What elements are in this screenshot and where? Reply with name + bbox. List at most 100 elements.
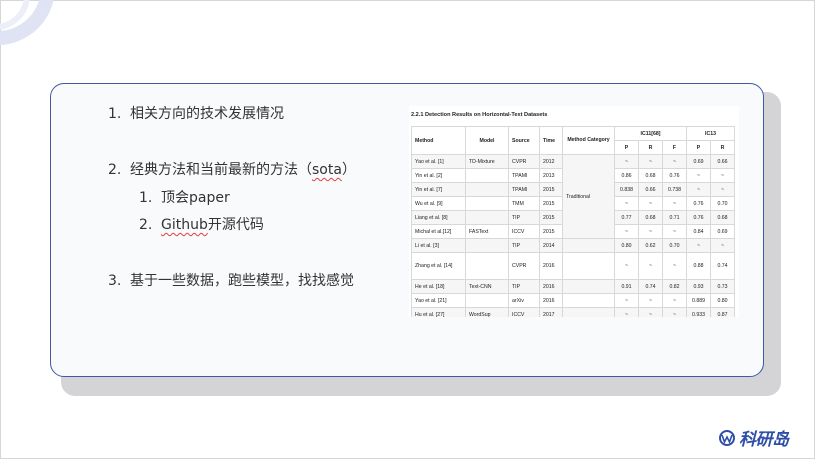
cell-category: Traditional bbox=[562, 154, 615, 239]
cell-r-ic13: 0.87 bbox=[710, 307, 735, 317]
cell-method: Yao et al. [1] bbox=[411, 154, 466, 169]
cell-time: 2016 bbox=[539, 293, 563, 308]
header-method: Method bbox=[411, 126, 466, 155]
cell-model bbox=[465, 293, 509, 308]
cell-method: Yao et al. [21] bbox=[411, 293, 466, 308]
header-recall-ic13: R bbox=[710, 140, 735, 155]
cell-category-empty bbox=[562, 252, 615, 280]
cell-p: 0.838 bbox=[614, 182, 639, 197]
cell-p-ic13: 0.93 bbox=[686, 279, 711, 294]
cell-source: CVPR bbox=[508, 252, 540, 280]
cell-source: ICCV bbox=[508, 224, 540, 239]
cell-source: TMM bbox=[508, 196, 540, 211]
table-body: Yao et al. [1] TD-Mixture CVPR 2012 Traditio… bbox=[411, 154, 735, 317]
cell-source: arXiv bbox=[508, 293, 540, 308]
cell-r: 0.74 bbox=[638, 279, 663, 294]
cell-model: WordSup bbox=[465, 307, 509, 317]
cell-f: ~ bbox=[662, 252, 687, 280]
cell-source: ICCV bbox=[508, 307, 540, 317]
cell-p-ic13: ~ bbox=[686, 168, 711, 183]
logo-icon bbox=[719, 429, 735, 446]
cell-method: Hu et al. [27] bbox=[411, 307, 466, 317]
cell-r-ic13: ~ bbox=[710, 238, 735, 253]
cell-f: ~ bbox=[662, 196, 687, 211]
cell-source: TIP bbox=[508, 279, 540, 294]
sub-item-2: 2. Github开源代码 bbox=[139, 214, 264, 234]
cell-r: ~ bbox=[638, 252, 663, 280]
cell-f: 0.82 bbox=[662, 279, 687, 294]
cell-r: ~ bbox=[638, 154, 663, 169]
cell-model bbox=[465, 196, 509, 211]
cell-p: ~ bbox=[614, 293, 639, 308]
cell-r: ~ bbox=[638, 196, 663, 211]
cell-model bbox=[465, 168, 509, 183]
cell-model: FASText bbox=[465, 224, 509, 239]
list-item-text: 基于一些数据，跑些模型，找找感觉 bbox=[130, 273, 354, 289]
table-title: 2.2.1 Detection Results on Horizontal-Te… bbox=[411, 112, 548, 118]
list-item-text: 顶会paper bbox=[161, 190, 230, 206]
header-category: Method Category bbox=[562, 126, 615, 155]
header-model: Model bbox=[465, 126, 509, 155]
cell-model: Text-CNN bbox=[465, 279, 509, 294]
cell-time: 2015 bbox=[539, 210, 563, 225]
cell-time: 2012 bbox=[539, 154, 563, 169]
cell-f: ~ bbox=[662, 154, 687, 169]
cell-source: TPAMI bbox=[508, 168, 540, 183]
cell-time: 2013 bbox=[539, 168, 563, 183]
cell-model bbox=[465, 252, 509, 280]
cell-time: 2016 bbox=[539, 252, 563, 280]
list-number: 1. bbox=[108, 106, 122, 122]
cell-time: 2015 bbox=[539, 224, 563, 239]
cell-r-ic13: 0.73 bbox=[710, 279, 735, 294]
cell-r: 0.66 bbox=[638, 182, 663, 197]
cell-method: Michal et al.[12] bbox=[411, 224, 466, 239]
cell-time: 2014 bbox=[539, 238, 563, 253]
cell-p: ~ bbox=[614, 154, 639, 169]
list-item-text-end: ） bbox=[341, 162, 356, 178]
cell-f: ~ bbox=[662, 307, 687, 317]
table-row: Zhang et al. [14] CVPR 2016 ~ ~ ~0.88 0.74 bbox=[411, 252, 735, 280]
brand-logo: 科研岛 bbox=[718, 425, 789, 450]
cell-f: 0.76 bbox=[662, 168, 687, 183]
cell-time: 2016 bbox=[539, 279, 563, 294]
logo-text: 科研岛 bbox=[739, 430, 789, 450]
cell-method: He et al. [18] bbox=[411, 279, 466, 294]
cell-method: Li et al. [3] bbox=[411, 238, 466, 253]
cell-p: ~ bbox=[614, 224, 639, 239]
cell-r: ~ bbox=[638, 293, 663, 308]
spellcheck-word: sota bbox=[312, 162, 342, 178]
cell-time: 2015 bbox=[539, 196, 563, 211]
list-number: 2. bbox=[108, 162, 122, 178]
cell-category-empty bbox=[562, 307, 615, 317]
table-row: He et al. [18] Text-CNN TIP 2016 0.91 0.74 0.8… bbox=[411, 279, 735, 294]
list-number: 1. bbox=[139, 190, 153, 206]
header-ic11: IC11[68] bbox=[614, 126, 687, 141]
header-fscore: F bbox=[662, 140, 687, 155]
list-item-text: 相关方向的技术发展情况 bbox=[130, 106, 284, 122]
header-source: Source bbox=[508, 126, 540, 155]
cell-r-ic13: ~ bbox=[710, 182, 735, 197]
cell-r-ic13: 0.68 bbox=[710, 210, 735, 225]
cell-source: TIP bbox=[508, 210, 540, 225]
cell-model bbox=[465, 182, 509, 197]
header-recall: R bbox=[638, 140, 663, 155]
cell-p: ~ bbox=[614, 196, 639, 211]
cell-r-ic13: 0.70 bbox=[710, 196, 735, 211]
cell-f: ~ bbox=[662, 224, 687, 239]
header-precision-ic13: P bbox=[686, 140, 711, 155]
cell-p-ic13: ~ bbox=[686, 182, 711, 197]
cell-r-ic13: 0.66 bbox=[710, 154, 735, 169]
cell-r: ~ bbox=[638, 307, 663, 317]
sub-item-1: 1. 顶会paper bbox=[139, 187, 230, 207]
cell-p: 0.91 bbox=[614, 279, 639, 294]
cell-p: 0.80 bbox=[614, 238, 639, 253]
table-row: Li et al. [3] TIP 2014 0.80 0.62 0.70 ~ ~ bbox=[411, 238, 735, 253]
list-number: 2. bbox=[139, 217, 153, 233]
cell-time: 2015 bbox=[539, 182, 563, 197]
cell-model bbox=[465, 238, 509, 253]
spellcheck-word: Github bbox=[161, 217, 208, 233]
cell-r-ic13: 0.74 bbox=[710, 252, 735, 280]
cell-p: ~ bbox=[614, 307, 639, 317]
list-item-3: 3. 基于一些数据，跑些模型，找找感觉 bbox=[108, 270, 354, 290]
header-precision: P bbox=[614, 140, 639, 155]
